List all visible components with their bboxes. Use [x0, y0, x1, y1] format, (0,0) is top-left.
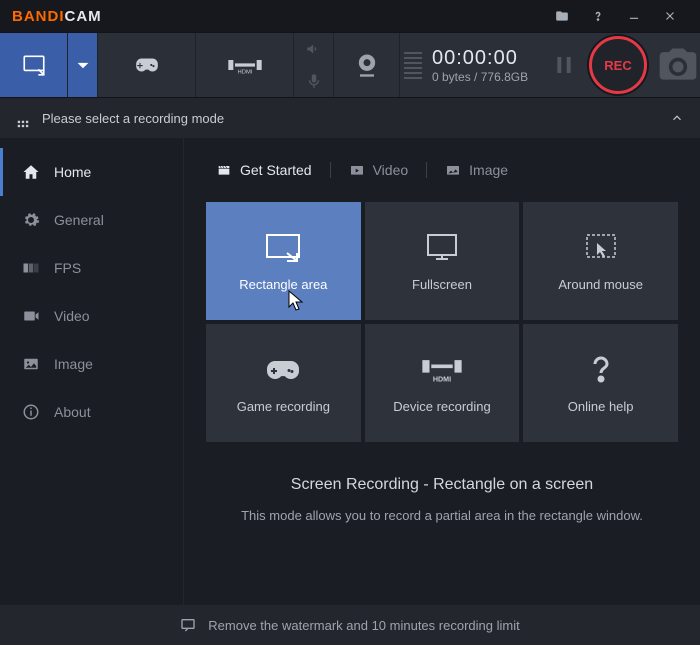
tile-rectangle-area[interactable]: Rectangle area — [206, 202, 361, 320]
gamepad-icon — [263, 353, 303, 385]
sidebar-item-label: Video — [54, 308, 90, 324]
tile-online-help[interactable]: Online help — [523, 324, 678, 442]
titlebar: BANDICAM — [0, 0, 700, 32]
audio-indicator-column — [294, 33, 334, 97]
device-mode-button[interactable]: HDMI — [196, 33, 294, 97]
question-icon — [581, 353, 621, 385]
mode-bar[interactable]: Please select a recording mode — [0, 98, 700, 138]
folder-icon[interactable] — [544, 0, 580, 32]
screen-mode-button[interactable] — [0, 33, 68, 97]
description-body: This mode allows you to record a partial… — [206, 508, 678, 523]
sidebar-item-image[interactable]: Image — [0, 340, 183, 388]
timer-display: 00:00:00 0 bytes / 776.8GB — [422, 33, 548, 97]
gear-icon — [22, 211, 40, 229]
sidebar-item-label: General — [54, 212, 104, 228]
tile-label: Rectangle area — [239, 277, 327, 292]
play-folder-icon — [349, 162, 365, 178]
tab-get-started[interactable]: Get Started — [206, 162, 322, 178]
sidebar-item-about[interactable]: About — [0, 388, 183, 436]
hdmi-icon: HDMI — [417, 353, 467, 385]
tile-game-recording[interactable]: Game recording — [206, 324, 361, 442]
video-icon — [22, 307, 40, 325]
sidebar-item-label: About — [54, 404, 91, 420]
webcam-button[interactable] — [334, 33, 400, 97]
tab-label: Get Started — [240, 162, 312, 178]
tile-around-mouse[interactable]: Around mouse — [523, 202, 678, 320]
image-icon — [22, 355, 40, 373]
content-tabs: Get Started Video Image — [206, 154, 678, 186]
footer[interactable]: Remove the watermark and 10 minutes reco… — [0, 605, 700, 645]
sidebar-item-home[interactable]: Home — [0, 148, 183, 196]
tile-label: Online help — [568, 399, 634, 414]
level-meter-icon — [404, 33, 422, 97]
footer-text: Remove the watermark and 10 minutes reco… — [208, 618, 519, 633]
picture-icon — [445, 162, 461, 178]
description-title: Screen Recording - Rectangle on a screen — [206, 476, 678, 494]
sidebar: Home General FPS Video Image About — [0, 138, 184, 605]
grid-icon — [16, 119, 30, 133]
help-icon[interactable] — [580, 0, 616, 32]
content: Get Started Video Image Rectangle area F… — [184, 138, 700, 605]
tab-label: Video — [373, 162, 409, 178]
timer-stats: 0 bytes / 776.8GB — [432, 70, 548, 84]
tab-video[interactable]: Video — [339, 162, 419, 178]
game-mode-button[interactable] — [98, 33, 196, 97]
mode-bar-text: Please select a recording mode — [42, 111, 224, 126]
clapper-icon — [216, 162, 232, 178]
record-button[interactable]: REC — [589, 36, 647, 94]
comment-icon — [180, 617, 196, 633]
tab-image[interactable]: Image — [435, 162, 518, 178]
tab-label: Image — [469, 162, 508, 178]
tile-label: Around mouse — [558, 277, 643, 292]
description: Screen Recording - Rectangle on a screen… — [206, 476, 678, 523]
speaker-icon — [294, 33, 333, 65]
tile-fullscreen[interactable]: Fullscreen — [365, 202, 520, 320]
tile-label: Device recording — [393, 399, 491, 414]
fullscreen-icon — [422, 231, 462, 263]
svg-text:HDMI: HDMI — [237, 69, 252, 75]
rectangle-area-icon — [263, 231, 303, 263]
timer-time: 00:00:00 — [432, 47, 548, 70]
sidebar-item-video[interactable]: Video — [0, 292, 183, 340]
pause-button[interactable] — [548, 33, 580, 97]
sidebar-item-general[interactable]: General — [0, 196, 183, 244]
toolbar: HDMI 00:00:00 0 bytes / 776.8GB REC — [0, 32, 700, 98]
tile-label: Fullscreen — [412, 277, 472, 292]
tile-device-recording[interactable]: HDMI Device recording — [365, 324, 520, 442]
record-button-wrap: REC — [580, 33, 656, 97]
screenshot-button[interactable] — [656, 33, 700, 97]
svg-text:HDMI: HDMI — [433, 375, 451, 383]
sidebar-item-label: Home — [54, 164, 91, 180]
mic-icon — [294, 65, 333, 97]
fps-icon — [22, 259, 40, 277]
home-icon — [22, 163, 40, 181]
info-icon — [22, 403, 40, 421]
tile-grid: Rectangle area Fullscreen Around mouse G… — [206, 202, 678, 442]
tile-label: Game recording — [237, 399, 330, 414]
screen-mode-dropdown[interactable] — [68, 33, 98, 97]
logo-part1: BANDI — [12, 8, 65, 25]
app-logo: BANDICAM — [12, 8, 102, 25]
sidebar-item-fps[interactable]: FPS — [0, 244, 183, 292]
close-button[interactable] — [652, 0, 688, 32]
sidebar-item-label: Image — [54, 356, 93, 372]
around-mouse-icon — [581, 231, 621, 263]
logo-part2: CAM — [65, 8, 102, 25]
sidebar-item-label: FPS — [54, 260, 81, 276]
chevron-up-icon — [670, 111, 684, 125]
minimize-button[interactable] — [616, 0, 652, 32]
